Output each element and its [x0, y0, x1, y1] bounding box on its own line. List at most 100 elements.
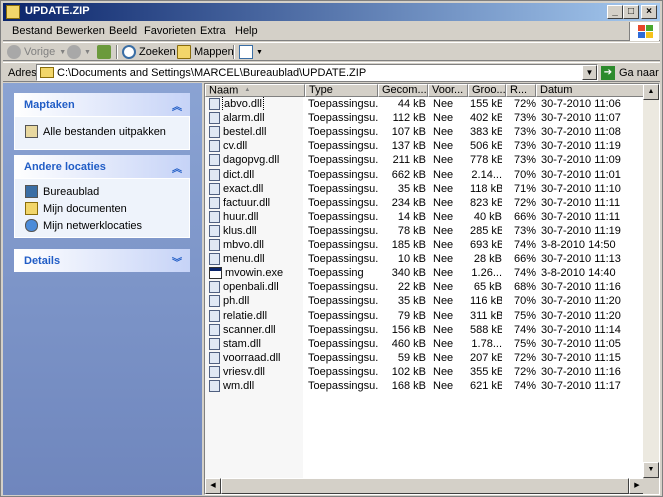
file-name-cell: dagopvg.dll: [209, 153, 305, 167]
file-name-cell: klus.dll: [209, 224, 305, 238]
file-row[interactable]: dagopvg.dll Toepassingsu... 211 kB Nee 778 k…: [205, 153, 645, 167]
file-dat-cell: 30-7-2010 11:17: [541, 380, 621, 392]
file-name-cell: mbvo.dll: [209, 238, 305, 252]
file-row[interactable]: voorraad.dll Toepassingsu... 59 kB Nee 207 k…: [205, 351, 645, 365]
network-icon: [25, 219, 38, 232]
column-header-password[interactable]: Voor...: [428, 84, 468, 97]
file-dat-cell: 30-7-2010 11:20: [541, 295, 621, 308]
file-row[interactable]: vriesv.dll Toepassingsu... 102 kB Nee 355 kB…: [205, 365, 645, 379]
network-places-link[interactable]: Mijn netwerklocaties: [25, 219, 142, 232]
file-row[interactable]: exact.dll Toepassingsu... 35 kB Nee 118 kB 71…: [205, 182, 645, 196]
forward-button[interactable]: ▼: [67, 44, 91, 60]
file-row[interactable]: abvo.dll Toepassingsu... 44 kB Nee 155 kB 72%…: [205, 97, 645, 111]
file-dat-cell: 30-7-2010 11:07: [541, 112, 621, 125]
search-icon: [122, 45, 136, 59]
file-row[interactable]: relatie.dll Toepassingsu... 79 kB Nee 311 kB…: [205, 309, 645, 323]
file-row[interactable]: cv.dll Toepassingsu... 137 kB Nee 506 kB 73% 3…: [205, 139, 645, 153]
go-button[interactable]: ➔ Ga naar: [601, 65, 659, 81]
file-groo-cell: 207 kB: [470, 351, 502, 364]
file-groo-cell: 155 kB: [470, 98, 502, 110]
file-groo-cell: 1.78...: [471, 337, 502, 350]
horizontal-scrollbar[interactable]: ◀ ▶: [205, 478, 645, 494]
file-row[interactable]: scanner.dll Toepassingsu... 156 kB Nee 588 k…: [205, 323, 645, 337]
column-header-name[interactable]: Naam: [205, 84, 305, 97]
scroll-up-button[interactable]: ▲: [643, 84, 659, 100]
file-dat-cell: 30-7-2010 11:06: [541, 98, 621, 110]
menu-favorieten[interactable]: Favorieten: [144, 25, 196, 37]
up-folder-button[interactable]: [97, 44, 114, 60]
menu-bewerken[interactable]: Bewerken: [56, 25, 105, 37]
desktop-label: Bureaublad: [43, 185, 100, 198]
file-name-cell: menu.dll: [209, 252, 305, 266]
menu-help[interactable]: Help: [235, 25, 258, 37]
address-dropdown-button[interactable]: ▼: [582, 65, 597, 80]
collapse-chevron-icon[interactable]: ︽: [172, 98, 182, 113]
file-row[interactable]: klus.dll Toepassingsu... 78 kB Nee 285 kB 73%…: [205, 224, 645, 238]
search-button[interactable]: Zoeken: [122, 44, 176, 60]
dll-file-icon: [209, 224, 220, 237]
minimize-button[interactable]: _: [607, 5, 623, 19]
menu-extra[interactable]: Extra: [200, 25, 226, 37]
menu-bestand[interactable]: Bestand: [12, 25, 52, 37]
file-row[interactable]: huur.dll Toepassingsu... 14 kB Nee 40 kB 66% 3…: [205, 210, 645, 224]
maximize-button[interactable]: □: [623, 5, 639, 19]
file-groo-cell: 823 kB: [470, 196, 502, 209]
file-row[interactable]: openbali.dll Toepassingsu... 22 kB Nee 65 kB…: [205, 280, 645, 294]
back-button[interactable]: Vorige ▼: [7, 44, 66, 60]
file-row[interactable]: ph.dll Toepassingsu... 35 kB Nee 116 kB 70% 30…: [205, 294, 645, 308]
details-panel-header[interactable]: Details ︾: [14, 249, 190, 272]
menu-beeld[interactable]: Beeld: [109, 25, 137, 37]
file-groo-cell: 311 kB: [470, 309, 502, 322]
column-header-ratio[interactable]: R...: [506, 84, 536, 97]
file-row[interactable]: stam.dll Toepassingsu... 460 kB Nee 1.78... 7…: [205, 337, 645, 351]
file-type-cell: Toepassingsu...: [308, 337, 378, 350]
file-type-cell: Toepassing: [308, 267, 364, 280]
scroll-left-button[interactable]: ◀: [205, 478, 221, 494]
places-panel-header[interactable]: Andere locaties ︽: [14, 155, 190, 178]
horizontal-scroll-thumb[interactable]: [221, 478, 629, 494]
file-row[interactable]: wm.dll Toepassingsu... 168 kB Nee 621 kB 74% 3…: [205, 379, 645, 393]
dll-file-icon: [209, 98, 220, 110]
folders-button[interactable]: Mappen: [177, 44, 234, 60]
dll-file-icon: [209, 323, 220, 336]
file-row[interactable]: factuur.dll Toepassingsu... 234 kB Nee 823 k…: [205, 196, 645, 210]
file-dat-cell: 30-7-2010 11:16: [541, 365, 621, 378]
file-r-cell: 72%: [513, 351, 536, 364]
address-input[interactable]: C:\Documents and Settings\MARCEL\Bureaub…: [36, 64, 598, 81]
desktop-link[interactable]: Bureaublad: [25, 185, 99, 198]
file-row[interactable]: menu.dll Toepassingsu... 10 kB Nee 28 kB 66% 3…: [205, 252, 645, 266]
file-geco-cell: 107 kB: [391, 126, 426, 139]
file-list-view: Naam Type Gecom... Voor... Groo... R... …: [204, 83, 660, 495]
scroll-down-button[interactable]: ▼: [643, 462, 659, 478]
file-name-cell: alarm.dll: [209, 111, 305, 125]
column-header-size[interactable]: Groo...: [468, 84, 506, 97]
file-type-cell: Toepassingsu...: [308, 168, 378, 181]
extract-all-link[interactable]: Alle bestanden uitpakken: [25, 125, 166, 138]
file-row[interactable]: alarm.dll Toepassingsu... 112 kB Nee 402 kB 7…: [205, 111, 645, 125]
expand-chevron-icon[interactable]: ︾: [172, 254, 182, 269]
file-row[interactable]: bestel.dll Toepassingsu... 107 kB Nee 383 kB…: [205, 125, 645, 139]
file-dat-cell: 30-7-2010 11:16: [541, 281, 621, 294]
file-dat-cell: 3-8-2010 14:40: [541, 267, 616, 280]
column-header-type[interactable]: Type: [305, 84, 378, 97]
collapse-chevron-icon[interactable]: ︽: [172, 160, 182, 175]
file-name: relatie.dll: [223, 309, 268, 322]
vertical-scrollbar[interactable]: ▲ ▼: [643, 84, 659, 478]
column-header-compressed-size[interactable]: Gecom...: [378, 84, 428, 97]
file-name: bestel.dll: [223, 126, 267, 139]
forward-arrow-icon: [67, 45, 81, 59]
file-geco-cell: 78 kB: [397, 224, 426, 237]
tasks-panel-header[interactable]: Maptaken ︽: [14, 93, 190, 116]
views-button[interactable]: ▼: [239, 44, 263, 60]
zip-folder-icon: [6, 5, 20, 19]
file-row[interactable]: mvowin.exe Toepassing 340 kB Nee 1.26... 74% 3…: [205, 266, 645, 280]
close-button[interactable]: ×: [641, 5, 657, 19]
file-geco-cell: 234 kB: [391, 196, 426, 209]
title-bar[interactable]: UPDATE.ZIP _ □ ×: [3, 3, 660, 21]
file-row[interactable]: mbvo.dll Toepassingsu... 185 kB Nee 693 kB 74…: [205, 238, 645, 252]
my-documents-link[interactable]: Mijn documenten: [25, 202, 127, 215]
file-name: menu.dll: [223, 253, 265, 266]
places-panel: Andere locaties ︽ Bureaublad Mijn docume…: [14, 155, 190, 238]
column-header-date[interactable]: Datum: [536, 84, 645, 97]
file-row[interactable]: dict.dll Toepassingsu... 662 kB Nee 2.14... 7…: [205, 168, 645, 182]
